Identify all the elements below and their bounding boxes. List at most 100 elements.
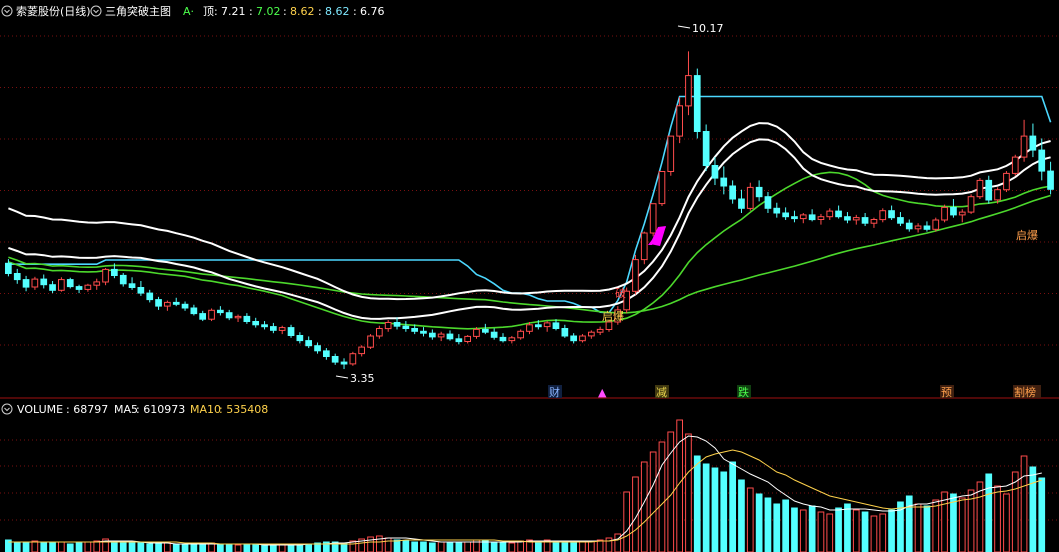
candle[interactable]	[632, 254, 639, 295]
candle[interactable]	[932, 217, 940, 232]
candle[interactable]	[199, 310, 207, 322]
volume-bar[interactable]	[128, 542, 136, 552]
candle[interactable]	[376, 325, 383, 339]
candle[interactable]	[40, 274, 48, 289]
volume-bar[interactable]	[746, 487, 754, 552]
volume-bar[interactable]	[66, 543, 74, 552]
candle[interactable]	[278, 325, 286, 335]
candle[interactable]	[208, 308, 215, 322]
candle[interactable]	[658, 171, 666, 207]
volume-bar[interactable]	[146, 543, 154, 552]
candle[interactable]	[746, 182, 754, 211]
candle[interactable]	[31, 276, 39, 290]
volume-bar[interactable]	[393, 539, 401, 552]
volume-bar[interactable]	[84, 541, 92, 552]
volume-bar[interactable]	[137, 542, 145, 552]
volume-bar[interactable]	[155, 543, 162, 552]
candle[interactable]	[755, 180, 763, 202]
candle[interactable]	[782, 207, 789, 220]
candle[interactable]	[870, 217, 878, 228]
volume-bar[interactable]	[482, 540, 489, 552]
volume-bar[interactable]	[702, 463, 710, 552]
volume-bar[interactable]	[305, 543, 312, 552]
candle[interactable]	[808, 209, 816, 222]
volume-bar[interactable]	[287, 544, 295, 552]
candle[interactable]	[128, 277, 136, 290]
volume-bar[interactable]	[764, 497, 772, 552]
candle[interactable]	[950, 199, 957, 218]
candle[interactable]	[340, 358, 348, 370]
candle[interactable]	[888, 205, 895, 220]
candle[interactable]	[649, 203, 657, 237]
candle[interactable]	[1003, 171, 1010, 193]
candle[interactable]	[420, 327, 427, 337]
volume-bar[interactable]	[888, 509, 895, 552]
candle[interactable]	[225, 309, 233, 321]
candle[interactable]	[455, 334, 463, 345]
candle[interactable]	[181, 301, 189, 311]
volume-bar[interactable]	[623, 491, 630, 552]
candle[interactable]	[702, 124, 710, 172]
candle[interactable]	[588, 330, 595, 339]
volume-bar[interactable]	[172, 543, 180, 552]
candle[interactable]	[1020, 119, 1028, 162]
candle[interactable]	[429, 329, 436, 340]
volume-bar[interactable]	[384, 537, 392, 552]
volume-bar[interactable]	[490, 541, 498, 552]
volume-bar[interactable]	[799, 509, 807, 552]
volume-bar[interactable]	[164, 542, 171, 552]
candle[interactable]	[561, 324, 569, 338]
candle[interactable]	[119, 273, 127, 287]
volume-bar[interactable]	[791, 507, 798, 552]
candle[interactable]	[155, 296, 162, 310]
candle[interactable]	[172, 297, 180, 307]
volume-bar[interactable]	[225, 543, 233, 552]
volume-bar[interactable]	[1003, 493, 1010, 552]
candle[interactable]	[879, 208, 887, 223]
candle[interactable]	[261, 321, 268, 330]
candle[interactable]	[640, 231, 648, 265]
volume-bar[interactable]	[252, 544, 260, 552]
event-marker-list[interactable]: 割榜	[1014, 385, 1036, 399]
candle[interactable]	[579, 334, 586, 343]
candle[interactable]	[243, 313, 251, 324]
candle[interactable]	[499, 333, 507, 343]
volume-bar[interactable]	[31, 540, 39, 552]
candle[interactable]	[861, 212, 869, 227]
candle[interactable]	[596, 326, 604, 336]
candle[interactable]	[923, 221, 931, 232]
candle[interactable]	[976, 178, 984, 200]
candle[interactable]	[799, 212, 807, 224]
volume-bar[interactable]	[738, 479, 745, 552]
volume-bar[interactable]	[649, 451, 657, 552]
volume-bar[interactable]	[40, 541, 48, 552]
volume-bar[interactable]	[270, 544, 277, 552]
volume-bar[interactable]	[402, 540, 410, 552]
candle[interactable]	[384, 320, 392, 332]
candle[interactable]	[314, 342, 321, 354]
candle[interactable]	[967, 194, 975, 214]
candle[interactable]	[349, 351, 357, 366]
volume-bar[interactable]	[217, 543, 224, 552]
candle[interactable]	[190, 304, 198, 316]
indicator-menu-icon[interactable]	[90, 5, 102, 17]
menu-toggle-icon[interactable]	[1, 5, 13, 17]
volume-bar[interactable]	[852, 509, 860, 552]
candle[interactable]	[446, 330, 454, 341]
volume-bar[interactable]	[561, 541, 569, 552]
volume-bar[interactable]	[729, 461, 736, 552]
candle[interactable]	[75, 284, 83, 294]
candle[interactable]	[464, 335, 471, 344]
event-marker-finance[interactable]: 财	[549, 385, 560, 399]
volume-bar[interactable]	[985, 473, 993, 552]
volume-bar[interactable]	[994, 485, 1001, 552]
candle[interactable]	[58, 277, 65, 292]
volume-menu-icon[interactable]	[1, 403, 13, 415]
candle[interactable]	[941, 204, 948, 223]
event-marker-reduce[interactable]: 减	[656, 386, 667, 399]
candle[interactable]	[217, 306, 224, 316]
candle[interactable]	[305, 336, 312, 349]
volume-bar[interactable]	[111, 540, 118, 552]
volume-bar[interactable]	[446, 542, 454, 552]
volume-bar[interactable]	[93, 540, 101, 552]
